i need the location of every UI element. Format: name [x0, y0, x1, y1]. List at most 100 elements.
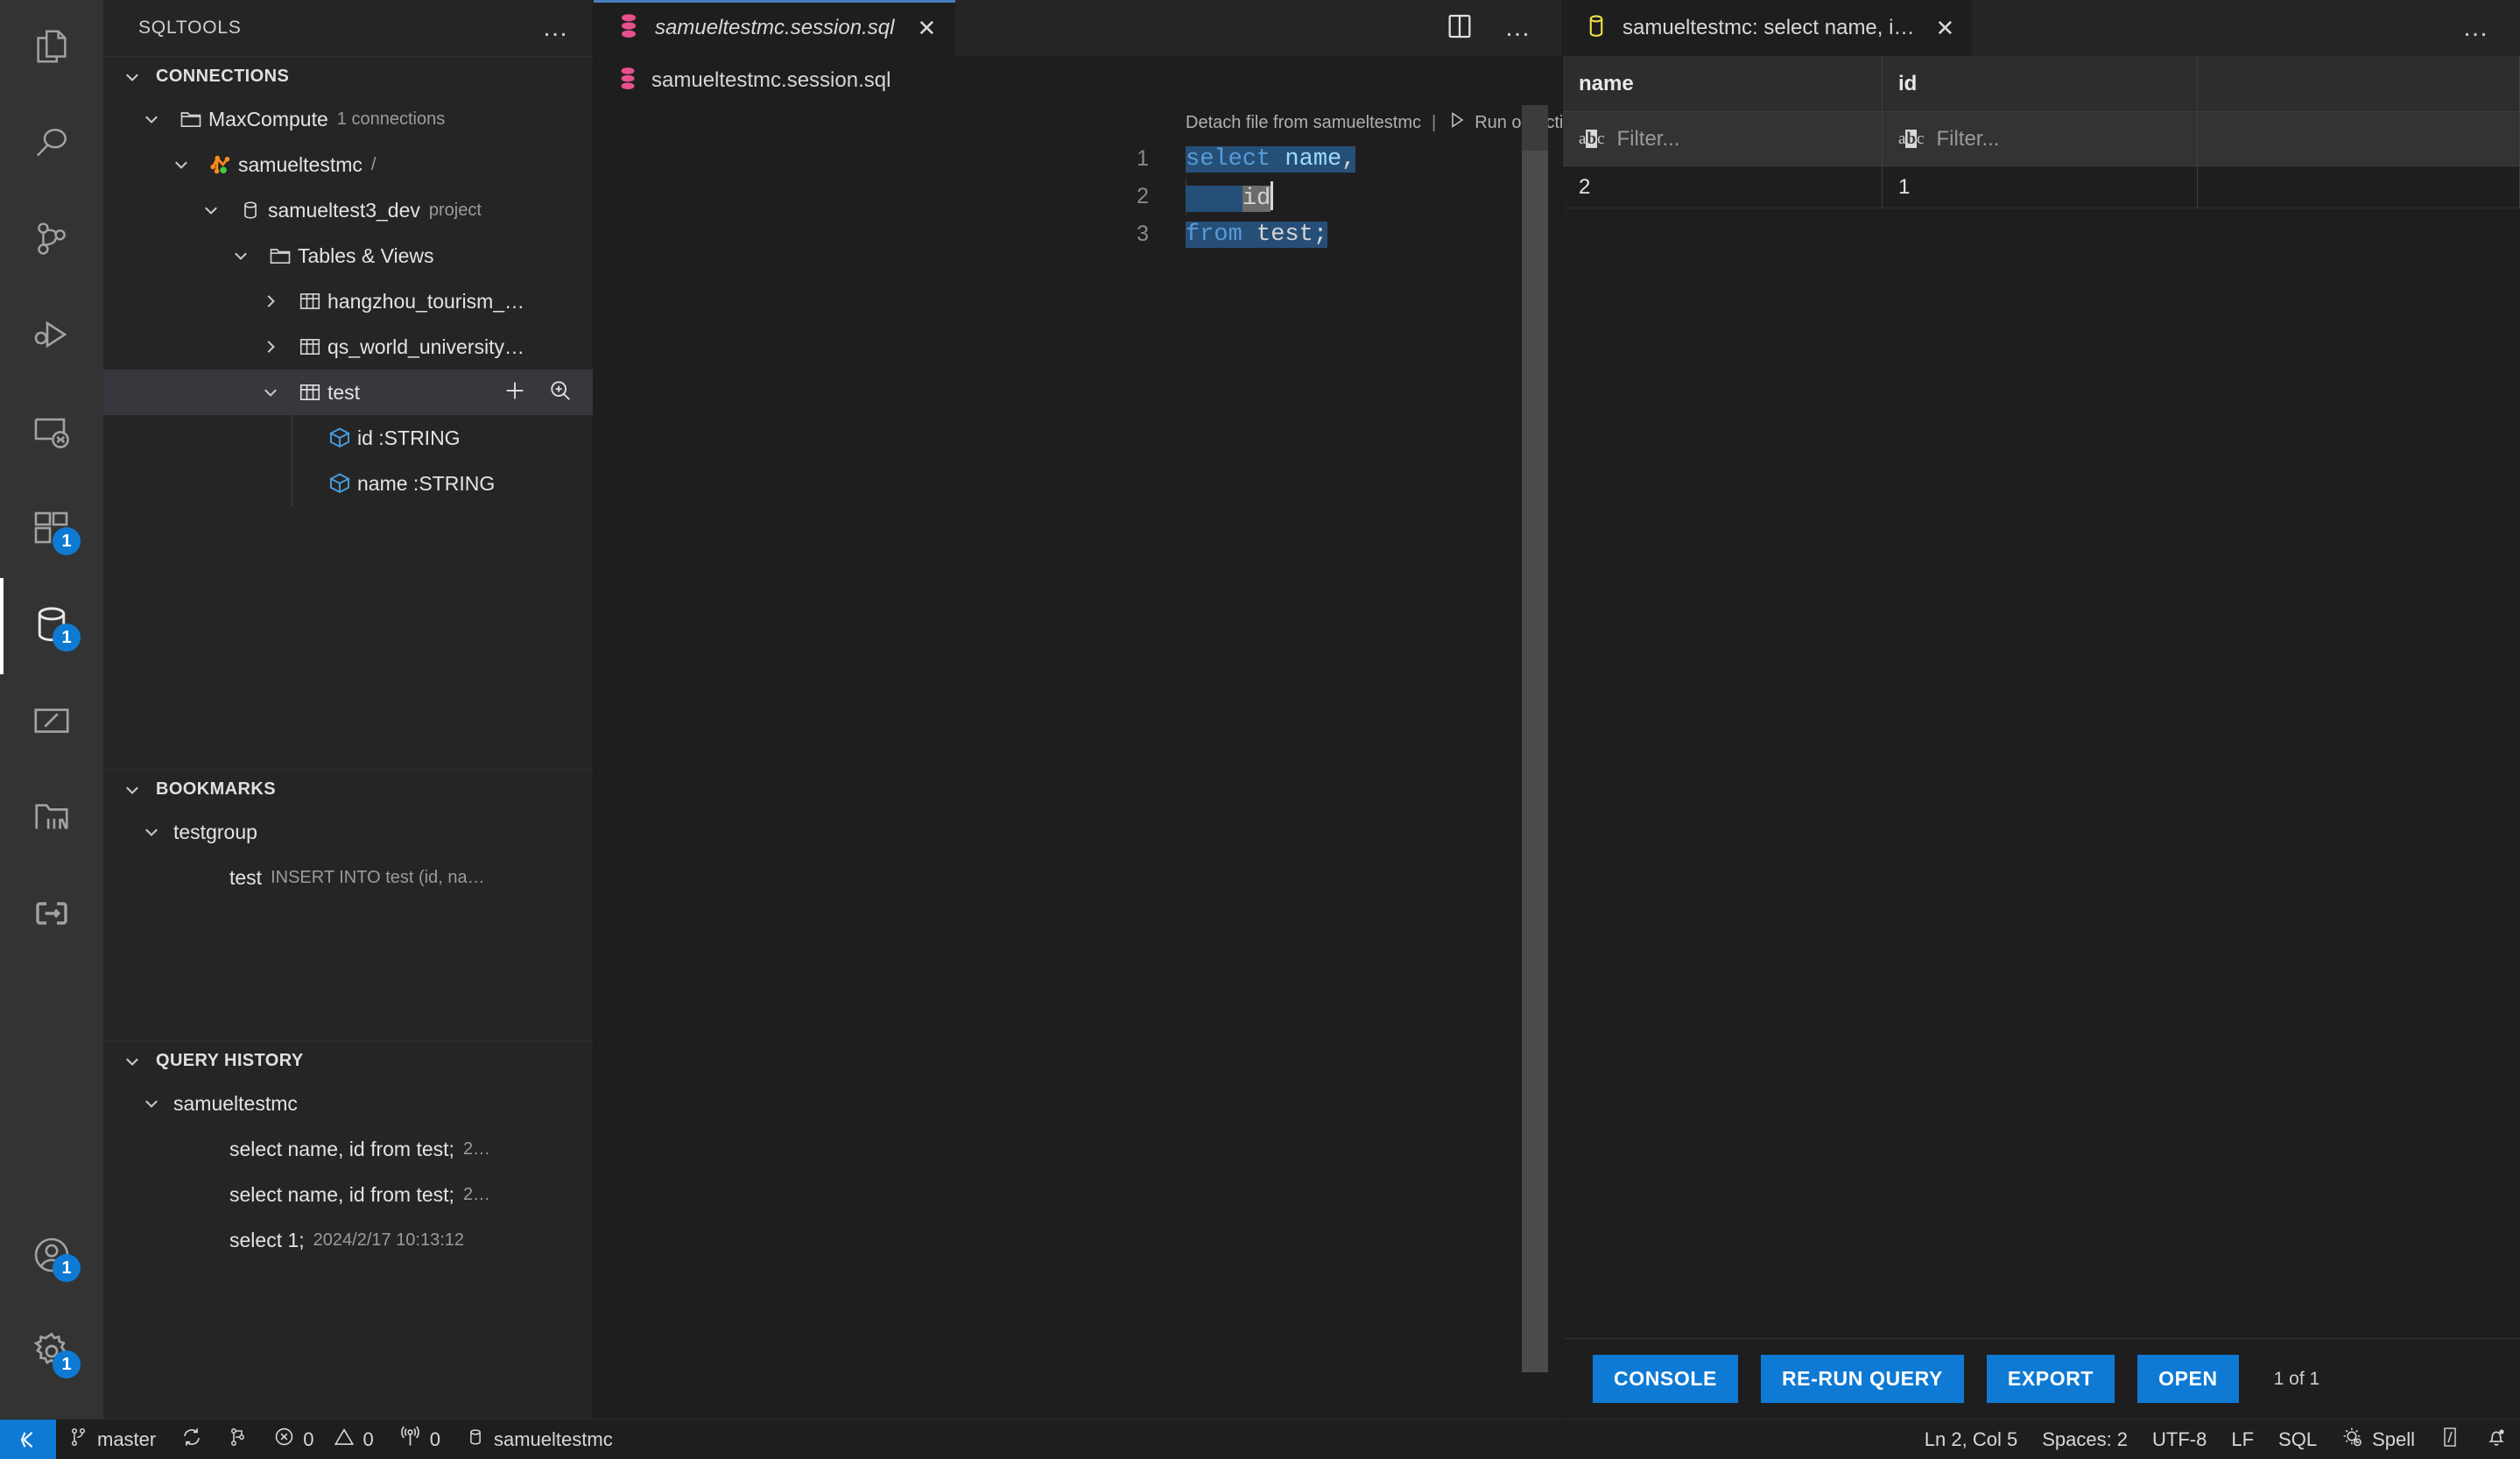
token-keyword: from [1186, 222, 1242, 248]
chevron-down-icon[interactable] [261, 383, 292, 402]
sidebar: SQLTOOLS … CONNECTIONS [103, 0, 594, 1419]
code-lines: 1 select name, 2 id 3 from test; [594, 140, 1562, 253]
connections-tree-empty-space [103, 506, 593, 769]
history-item-label: select 1; [229, 1229, 305, 1252]
chevron-right-icon[interactable] [261, 292, 292, 311]
results-tab[interactable]: samueltestmc: select name, i… ✕ [1563, 0, 1972, 56]
cell-name[interactable]: 2 [1563, 166, 1883, 208]
status-problems[interactable]: 0 0 [261, 1420, 386, 1459]
history-item-timestamp: 2024/2/17 10:13:12 [313, 1230, 464, 1251]
section-header-connections[interactable]: CONNECTIONS [103, 56, 593, 96]
activity-item-manage[interactable]: 1 [0, 1305, 103, 1401]
history-item[interactable]: select name, id from test; 2… [103, 1126, 593, 1172]
history-item-label: select name, id from test; [229, 1138, 454, 1161]
code-line[interactable]: 1 select name, [594, 140, 1562, 178]
console-button[interactable]: CONSOLE [1593, 1355, 1738, 1403]
token-cursor-word: id [1242, 186, 1271, 212]
status-git-compare[interactable] [215, 1420, 261, 1459]
chevron-down-icon[interactable] [142, 109, 173, 129]
line-content: id [1186, 181, 1273, 212]
open-button[interactable]: OPEN [2137, 1355, 2239, 1403]
close-icon[interactable]: ✕ [917, 15, 936, 42]
activity-item-source-control[interactable] [0, 193, 103, 289]
add-icon[interactable] [502, 377, 528, 408]
tree-item-hangzhou-tourism[interactable]: hangzhou_tourism_… [103, 278, 593, 324]
chevron-down-icon[interactable] [142, 822, 173, 842]
tree-item-samueltestmc[interactable]: samueltestmc / [103, 142, 593, 187]
chevron-down-icon[interactable] [231, 246, 263, 265]
tree-item-tables-and-views[interactable]: Tables & Views [103, 233, 593, 278]
filter-placeholder-id: Filter... [1936, 127, 1999, 152]
grid-filter-row: abc Filter... abc Filter... [1563, 112, 2520, 166]
bookmark-group-testgroup[interactable]: testgroup [103, 809, 593, 855]
tree-item-maxcompute[interactable]: MaxCompute 1 connections [103, 96, 593, 142]
sidebar-more-actions[interactable]: … [542, 22, 570, 34]
status-remote-indicator[interactable] [0, 1420, 56, 1459]
editor-tab-session-sql[interactable]: samueltestmc.session.sql ✕ [594, 0, 956, 56]
section-header-bookmarks[interactable]: BOOKMARKS [103, 769, 593, 809]
column-header-id[interactable]: id [1883, 56, 2198, 112]
status-editor-position[interactable]: Ln 2, Col 5 [1912, 1420, 2030, 1459]
sidebar-section-bookmarks: BOOKMARKS testgroup test INSERT INTO tes… [103, 769, 593, 900]
status-editor-indentation[interactable]: Spaces: 2 [2030, 1420, 2140, 1459]
cell-id[interactable]: 1 [1883, 166, 2198, 208]
activity-item-live-share[interactable] [0, 867, 103, 963]
tree-item-test[interactable]: test [103, 370, 593, 415]
editor-scrollbar-shadow [1522, 105, 1548, 158]
zoom-in-icon[interactable] [547, 377, 574, 408]
code-line[interactable]: 2 id [594, 178, 1562, 215]
chevron-down-icon[interactable] [142, 1094, 173, 1113]
history-item[interactable]: select name, id from test; 2… [103, 1172, 593, 1217]
status-sqltools-connection[interactable]: samueltestmc [453, 1420, 625, 1459]
screencast-icon [2439, 1426, 2460, 1454]
section-header-query-history[interactable]: QUERY HISTORY [103, 1040, 593, 1081]
bookmark-item-test[interactable]: test INSERT INTO test (id, na… [103, 855, 593, 900]
chevron-down-icon[interactable] [172, 155, 203, 174]
activity-item-remote-explorer[interactable] [0, 385, 103, 482]
status-spell-checker[interactable]: Spell [2329, 1420, 2427, 1459]
table-row[interactable]: 2 1 [1563, 166, 2520, 208]
activity-item-draw-editor[interactable] [0, 674, 103, 771]
activity-item-accounts[interactable]: 1 [0, 1209, 103, 1305]
status-screencast-toggle[interactable] [2427, 1420, 2473, 1459]
tree-item-qs-world-university[interactable]: qs_world_university… [103, 324, 593, 370]
close-icon[interactable]: ✕ [1935, 15, 1954, 42]
code-line[interactable]: 3 from test; [594, 215, 1562, 253]
database-icon [465, 1427, 486, 1453]
breadcrumb[interactable]: samueltestmc.session.sql [594, 56, 1562, 105]
status-git-branch[interactable]: master [56, 1420, 168, 1459]
status-sync-changes[interactable] [168, 1420, 215, 1459]
editor-more-actions[interactable]: … [1504, 22, 1532, 34]
status-notifications[interactable] [2473, 1420, 2520, 1459]
activity-item-run-and-debug[interactable] [0, 289, 103, 385]
history-item[interactable]: select 1; 2024/2/17 10:13:12 [103, 1217, 593, 1263]
tree-item-samueltest3-dev[interactable]: samueltest3_dev project [103, 187, 593, 233]
codelens-detach[interactable]: Detach file from samueltestmc [1186, 113, 1421, 133]
rerun-query-button[interactable]: RE-RUN QUERY [1761, 1355, 1964, 1403]
activity-item-explorer[interactable] [0, 0, 103, 96]
status-editor-language[interactable]: SQL [2266, 1420, 2329, 1459]
column-header-name[interactable]: name [1563, 56, 1883, 112]
tree-item-column-id[interactable]: id :STRING [103, 415, 593, 461]
split-editor-icon[interactable] [1445, 11, 1475, 46]
code-editor[interactable]: Detach file from samueltestmc | Run on a… [594, 105, 1562, 1419]
activity-item-project-manager[interactable] [0, 771, 103, 867]
activity-item-extensions[interactable]: 1 [0, 482, 103, 578]
export-button[interactable]: EXPORT [1987, 1355, 2115, 1403]
tree-item-column-name[interactable]: name :STRING [103, 461, 593, 506]
editor-scrollbar[interactable] [1522, 105, 1548, 1419]
chevron-down-icon[interactable] [201, 201, 233, 220]
results-more-actions[interactable]: … [2462, 22, 2490, 34]
status-radio-tower[interactable]: 0 [386, 1420, 453, 1459]
activity-item-search[interactable] [0, 96, 103, 193]
filter-cell-id[interactable]: abc Filter... [1883, 112, 2198, 166]
chevron-right-icon[interactable] [261, 337, 292, 356]
status-editor-encoding[interactable]: UTF-8 [2140, 1420, 2219, 1459]
history-group-samueltestmc[interactable]: samueltestmc [103, 1081, 593, 1126]
editor-scrollbar-thumb[interactable] [1522, 151, 1548, 1372]
filter-cell-name[interactable]: abc Filter... [1563, 112, 1883, 166]
chevron-down-icon [123, 780, 149, 800]
activity-item-sqltools[interactable]: 1 [0, 578, 103, 674]
status-editor-eol[interactable]: LF [2219, 1420, 2266, 1459]
remote-icon [16, 1427, 40, 1452]
